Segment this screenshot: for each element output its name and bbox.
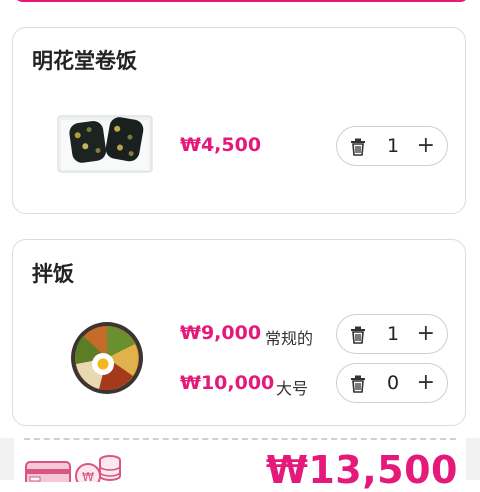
- quantity-value: 1: [386, 323, 400, 345]
- gimbap-image: [57, 115, 153, 173]
- quantity-stepper-regular: 1 +: [336, 314, 448, 354]
- bibimbap-image: [71, 322, 143, 394]
- trash-icon[interactable]: [350, 375, 366, 393]
- item-price-regular: ₩9,000: [180, 322, 262, 344]
- cart-item-card-gimbap: 明花堂卷饭 ₩4,500 1 +: [12, 27, 466, 214]
- plus-icon[interactable]: +: [417, 364, 435, 402]
- quantity-value: 1: [386, 135, 400, 157]
- quantity-value: 0: [386, 372, 400, 394]
- trash-icon[interactable]: [350, 138, 366, 156]
- svg-text:₩: ₩: [82, 470, 94, 482]
- size-label-large: 大号: [276, 379, 309, 398]
- dashed-divider: [24, 438, 456, 440]
- payment-card-icon: [25, 461, 71, 482]
- quantity-stepper-large: 0 +: [336, 363, 448, 403]
- item-title: 明花堂卷饭: [32, 49, 137, 73]
- trash-icon[interactable]: [350, 326, 366, 344]
- quantity-stepper: 1 +: [336, 126, 448, 166]
- size-label-regular: 常规的: [265, 329, 314, 348]
- order-total-amount: ₩13,500: [265, 448, 458, 492]
- coins-icon: ₩: [75, 455, 121, 482]
- item-price: ₩4,500: [180, 134, 262, 156]
- cart-item-card-bibimbap: 拌饭 ₩9,000 常规的 1 + ₩10,000 大号 0 +: [12, 239, 466, 426]
- plus-icon[interactable]: +: [417, 127, 435, 165]
- previous-card-edge: [13, 0, 470, 2]
- plus-icon[interactable]: +: [417, 315, 435, 353]
- item-title: 拌饭: [32, 262, 74, 286]
- item-price-large: ₩10,000: [180, 372, 275, 394]
